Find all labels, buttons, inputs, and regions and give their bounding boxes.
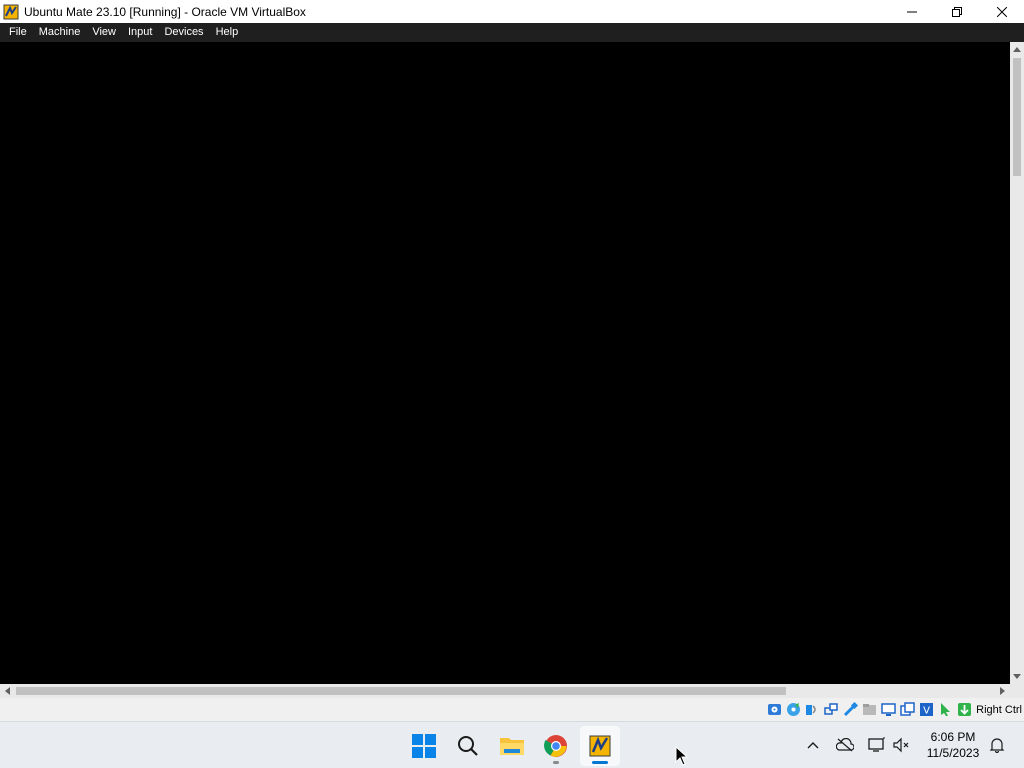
active-indicator xyxy=(592,761,608,764)
onedrive-icon xyxy=(836,738,854,752)
running-indicator xyxy=(553,761,559,764)
virtualbox-window: Ubuntu Mate 23.10 [Running] - Oracle VM … xyxy=(0,0,1024,721)
scroll-up-arrow[interactable] xyxy=(1010,42,1024,56)
chevron-up-icon xyxy=(807,742,819,749)
volume-tray-button[interactable] xyxy=(890,734,912,756)
virtualbox-taskbar-button[interactable] xyxy=(580,726,620,766)
menu-bar: File Machine View Input Devices Help xyxy=(0,23,1024,42)
recording-icon[interactable] xyxy=(899,701,916,718)
file-explorer-button[interactable] xyxy=(492,726,532,766)
chrome-icon xyxy=(544,735,567,757)
windows-taskbar: 6:06 PM 11/5/2023 xyxy=(0,721,1024,768)
network-tray-button[interactable] xyxy=(866,734,888,756)
optical-drive-icon[interactable] xyxy=(785,701,802,718)
windows-start-icon xyxy=(412,734,436,758)
usb-icon[interactable] xyxy=(842,701,859,718)
bell-icon xyxy=(989,738,1005,753)
virtualbox-icon xyxy=(589,735,611,757)
vm-display[interactable] xyxy=(0,42,1010,684)
maximize-button[interactable] xyxy=(934,0,979,23)
minimize-button[interactable] xyxy=(889,0,934,23)
scroll-down-arrow[interactable] xyxy=(1010,670,1024,684)
audio-icon[interactable] xyxy=(804,701,821,718)
volume-muted-icon xyxy=(893,737,909,753)
mouse-integration-icon[interactable] xyxy=(937,701,954,718)
virtualbox-icon xyxy=(3,4,19,20)
host-key-label: Right Ctrl xyxy=(976,703,1022,716)
keyboard-capture-icon[interactable] xyxy=(956,701,973,718)
network-icon[interactable] xyxy=(823,701,840,718)
mouse-cursor-icon xyxy=(675,746,689,766)
horizontal-scroll-thumb[interactable] xyxy=(16,687,786,695)
system-clock[interactable]: 6:06 PM 11/5/2023 xyxy=(922,729,984,761)
search-icon xyxy=(458,736,478,756)
vm-status-bar: V Right Ctrl xyxy=(0,698,1024,721)
search-button[interactable] xyxy=(448,726,488,766)
close-button[interactable] xyxy=(979,0,1024,23)
menu-view[interactable]: View xyxy=(86,23,122,42)
menu-file[interactable]: File xyxy=(3,23,33,42)
menu-help[interactable]: Help xyxy=(210,23,245,42)
title-bar[interactable]: Ubuntu Mate 23.10 [Running] - Oracle VM … xyxy=(0,0,1024,23)
chrome-button[interactable] xyxy=(536,726,576,766)
notifications-button[interactable] xyxy=(986,734,1008,756)
close-icon xyxy=(996,6,1007,17)
display-icon[interactable] xyxy=(880,701,897,718)
minimize-icon xyxy=(906,11,917,12)
menu-input[interactable]: Input xyxy=(122,23,158,42)
onedrive-button[interactable] xyxy=(834,734,856,756)
maximize-icon xyxy=(951,6,962,17)
show-hidden-icons-button[interactable] xyxy=(802,734,824,756)
vt-x-icon[interactable]: V xyxy=(918,701,935,718)
menu-devices[interactable]: Devices xyxy=(158,23,209,42)
clock-date: 11/5/2023 xyxy=(926,746,980,760)
horizontal-scrollbar[interactable] xyxy=(0,684,1010,698)
scroll-corner xyxy=(1010,684,1024,698)
network-icon xyxy=(868,737,885,752)
shared-folders-icon[interactable] xyxy=(861,701,878,718)
hard-disk-icon[interactable] xyxy=(766,701,783,718)
scroll-right-arrow[interactable] xyxy=(996,684,1010,698)
start-button[interactable] xyxy=(404,726,444,766)
file-explorer-icon xyxy=(500,738,524,755)
window-title: Ubuntu Mate 23.10 [Running] - Oracle VM … xyxy=(24,4,306,19)
scroll-left-arrow[interactable] xyxy=(0,684,14,698)
clock-time: 6:06 PM xyxy=(930,730,976,744)
menu-machine[interactable]: Machine xyxy=(33,23,87,42)
vertical-scroll-thumb[interactable] xyxy=(1013,58,1021,176)
vertical-scrollbar[interactable] xyxy=(1010,42,1024,684)
svg-text:V: V xyxy=(923,706,930,717)
